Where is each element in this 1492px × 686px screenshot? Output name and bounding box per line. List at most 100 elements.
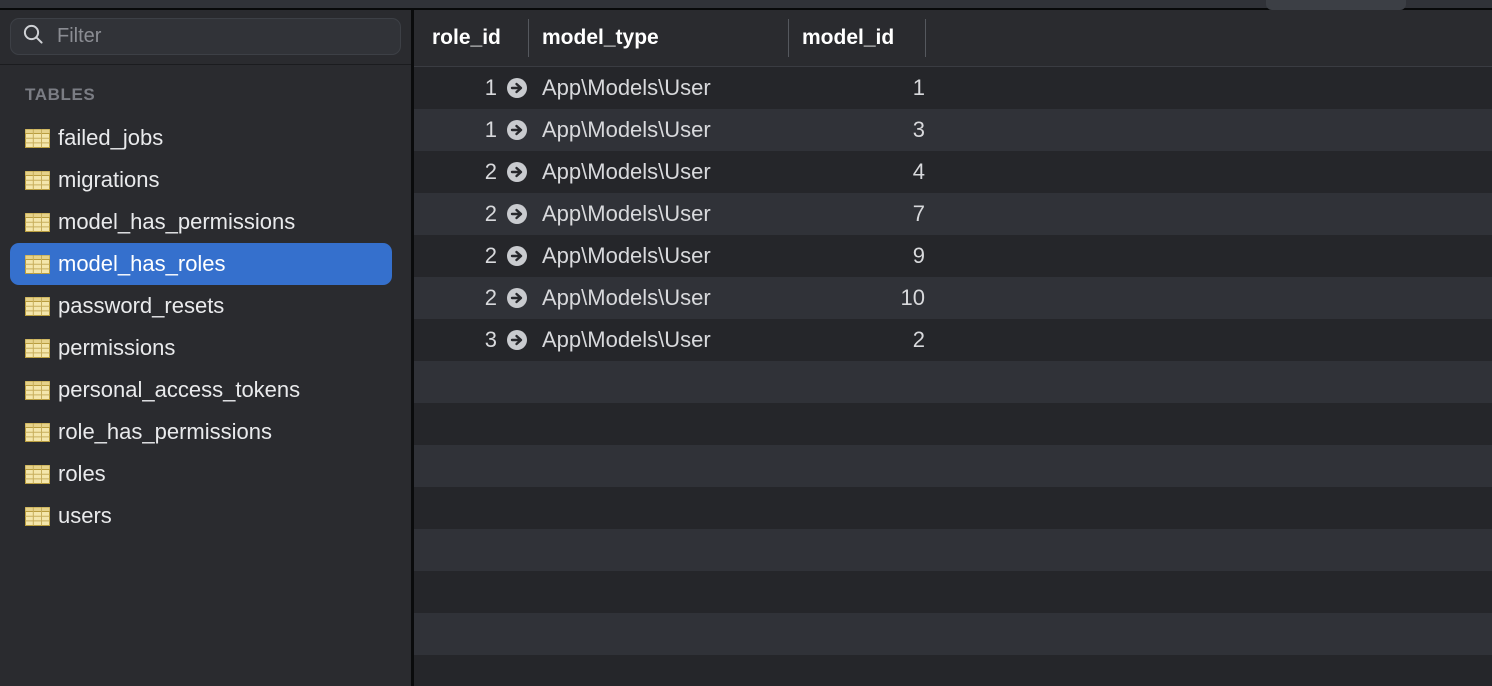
- cell-model-id[interactable]: 3: [788, 117, 925, 143]
- sidebar-item-label: roles: [58, 461, 106, 486]
- table-row-empty[interactable]: [414, 445, 1492, 487]
- cell-model-type[interactable]: App\Models\User: [528, 159, 788, 185]
- cell-model-type[interactable]: App\Models\User: [528, 201, 788, 227]
- table-list: failed_jobs migrations model_has_permissio…: [0, 117, 411, 537]
- column-header-label: role_id: [432, 26, 501, 49]
- cell-model-id[interactable]: 9: [788, 243, 925, 269]
- table-icon: [25, 170, 50, 190]
- sidebar-item-failed-jobs[interactable]: failed_jobs: [10, 117, 392, 159]
- sidebar-item-password-resets[interactable]: password_resets: [10, 285, 392, 327]
- table-icon: [25, 254, 50, 274]
- table-icon: [25, 422, 50, 442]
- sidebar-item-model-has-roles[interactable]: model_has_roles: [10, 243, 392, 285]
- cell-value: 2: [484, 285, 497, 310]
- cell-model-type[interactable]: App\Models\User: [528, 117, 788, 143]
- table-icon: [25, 380, 50, 400]
- column-divider[interactable]: [788, 19, 789, 57]
- cell-value: 1: [484, 117, 497, 142]
- cell-value: 2: [484, 243, 497, 268]
- column-header-role-id[interactable]: role_id: [414, 10, 528, 66]
- column-header-model-type[interactable]: model_type: [528, 10, 788, 66]
- table-row-empty[interactable]: [414, 529, 1492, 571]
- foreign-key-arrow-icon[interactable]: [506, 203, 528, 225]
- cell-role-id[interactable]: 3: [414, 327, 528, 353]
- table-row[interactable]: 2 App\Models\User 10: [414, 277, 1492, 319]
- cell-role-id[interactable]: 2: [414, 201, 528, 227]
- database-client-window: TABLES failed_jobs migrations model_has_pe…: [0, 0, 1492, 686]
- table-row-empty[interactable]: [414, 613, 1492, 655]
- cell-model-type[interactable]: App\Models\User: [528, 285, 788, 311]
- grid-body: 1 App\Models\User 1 1 App\Models\User 3 2 App\M…: [414, 67, 1492, 686]
- sidebar-item-model-has-permissions[interactable]: model_has_permissions: [10, 201, 392, 243]
- search-icon: [21, 22, 45, 51]
- grid-header-row: role_id model_type model_id: [414, 10, 1492, 67]
- column-header-trailing[interactable]: [925, 10, 965, 66]
- filter-bar: [0, 10, 411, 65]
- sidebar-item-migrations[interactable]: migrations: [10, 159, 392, 201]
- main-split: TABLES failed_jobs migrations model_has_pe…: [0, 10, 1492, 686]
- cell-role-id[interactable]: 1: [414, 117, 528, 143]
- sidebar-item-label: migrations: [58, 167, 160, 192]
- cell-model-type[interactable]: App\Models\User: [528, 327, 788, 353]
- table-row[interactable]: 1 App\Models\User 3: [414, 109, 1492, 151]
- sidebar-item-label: model_has_permissions: [58, 209, 296, 234]
- filter-input[interactable]: [45, 25, 390, 48]
- table-row[interactable]: 1 App\Models\User 1: [414, 67, 1492, 109]
- cell-model-id[interactable]: 10: [788, 285, 925, 311]
- tree-section-label: TABLES: [25, 85, 96, 104]
- sidebar-item-label: failed_jobs: [58, 125, 164, 150]
- sidebar-item-label: role_has_permissions: [58, 419, 272, 444]
- table-row-empty[interactable]: [414, 403, 1492, 445]
- cell-model-type[interactable]: App\Models\User: [528, 75, 788, 101]
- foreign-key-arrow-icon[interactable]: [506, 119, 528, 141]
- sidebar-item-personal-access-tokens[interactable]: personal_access_tokens: [10, 369, 392, 411]
- cell-model-id[interactable]: 4: [788, 159, 925, 185]
- cell-value: 2: [484, 201, 497, 226]
- column-divider[interactable]: [925, 19, 926, 57]
- table-icon: [25, 338, 50, 358]
- table-row[interactable]: 2 App\Models\User 9: [414, 235, 1492, 277]
- foreign-key-arrow-icon[interactable]: [506, 161, 528, 183]
- sidebar-item-permissions[interactable]: permissions: [10, 327, 392, 369]
- table-row-empty[interactable]: [414, 487, 1492, 529]
- table-row[interactable]: 2 App\Models\User 4: [414, 151, 1492, 193]
- sidebar-item-label: password_resets: [58, 293, 225, 318]
- table-row-empty[interactable]: [414, 655, 1492, 686]
- table-row[interactable]: 2 App\Models\User 7: [414, 193, 1492, 235]
- cell-value: 3: [484, 327, 497, 352]
- sidebar-item-roles[interactable]: roles: [10, 453, 392, 495]
- cell-value: 2: [484, 159, 497, 184]
- foreign-key-arrow-icon[interactable]: [506, 245, 528, 267]
- table-row-empty[interactable]: [414, 361, 1492, 403]
- column-header-label: model_id: [802, 26, 895, 49]
- sidebar-item-role-has-permissions[interactable]: role_has_permissions: [10, 411, 392, 453]
- table-icon: [25, 506, 50, 526]
- table-tree: TABLES failed_jobs migrations model_has_pe…: [0, 65, 411, 686]
- table-icon: [25, 212, 50, 232]
- cell-model-type[interactable]: App\Models\User: [528, 243, 788, 269]
- sidebar-item-label: users: [58, 503, 112, 528]
- foreign-key-arrow-icon[interactable]: [506, 287, 528, 309]
- cell-role-id[interactable]: 2: [414, 285, 528, 311]
- cell-role-id[interactable]: 2: [414, 243, 528, 269]
- column-divider[interactable]: [528, 19, 529, 57]
- cell-model-id[interactable]: 2: [788, 327, 925, 353]
- sidebar-item-label: model_has_roles: [58, 251, 226, 276]
- sidebar: TABLES failed_jobs migrations model_has_pe…: [0, 10, 414, 686]
- cell-role-id[interactable]: 1: [414, 75, 528, 101]
- foreign-key-arrow-icon[interactable]: [506, 77, 528, 99]
- table-row[interactable]: 3 App\Models\User 2: [414, 319, 1492, 361]
- foreign-key-arrow-icon[interactable]: [506, 329, 528, 351]
- table-icon: [25, 128, 50, 148]
- top-toolbar-strip: [0, 0, 1492, 10]
- table-row-empty[interactable]: [414, 571, 1492, 613]
- cell-model-id[interactable]: 7: [788, 201, 925, 227]
- column-header-model-id[interactable]: model_id: [788, 10, 925, 66]
- toolbar-segment[interactable]: [1266, 0, 1406, 10]
- sidebar-item-users[interactable]: users: [10, 495, 392, 537]
- table-icon: [25, 296, 50, 316]
- cell-role-id[interactable]: 2: [414, 159, 528, 185]
- filter-box[interactable]: [10, 18, 401, 55]
- sidebar-item-label: permissions: [58, 335, 176, 360]
- cell-model-id[interactable]: 1: [788, 75, 925, 101]
